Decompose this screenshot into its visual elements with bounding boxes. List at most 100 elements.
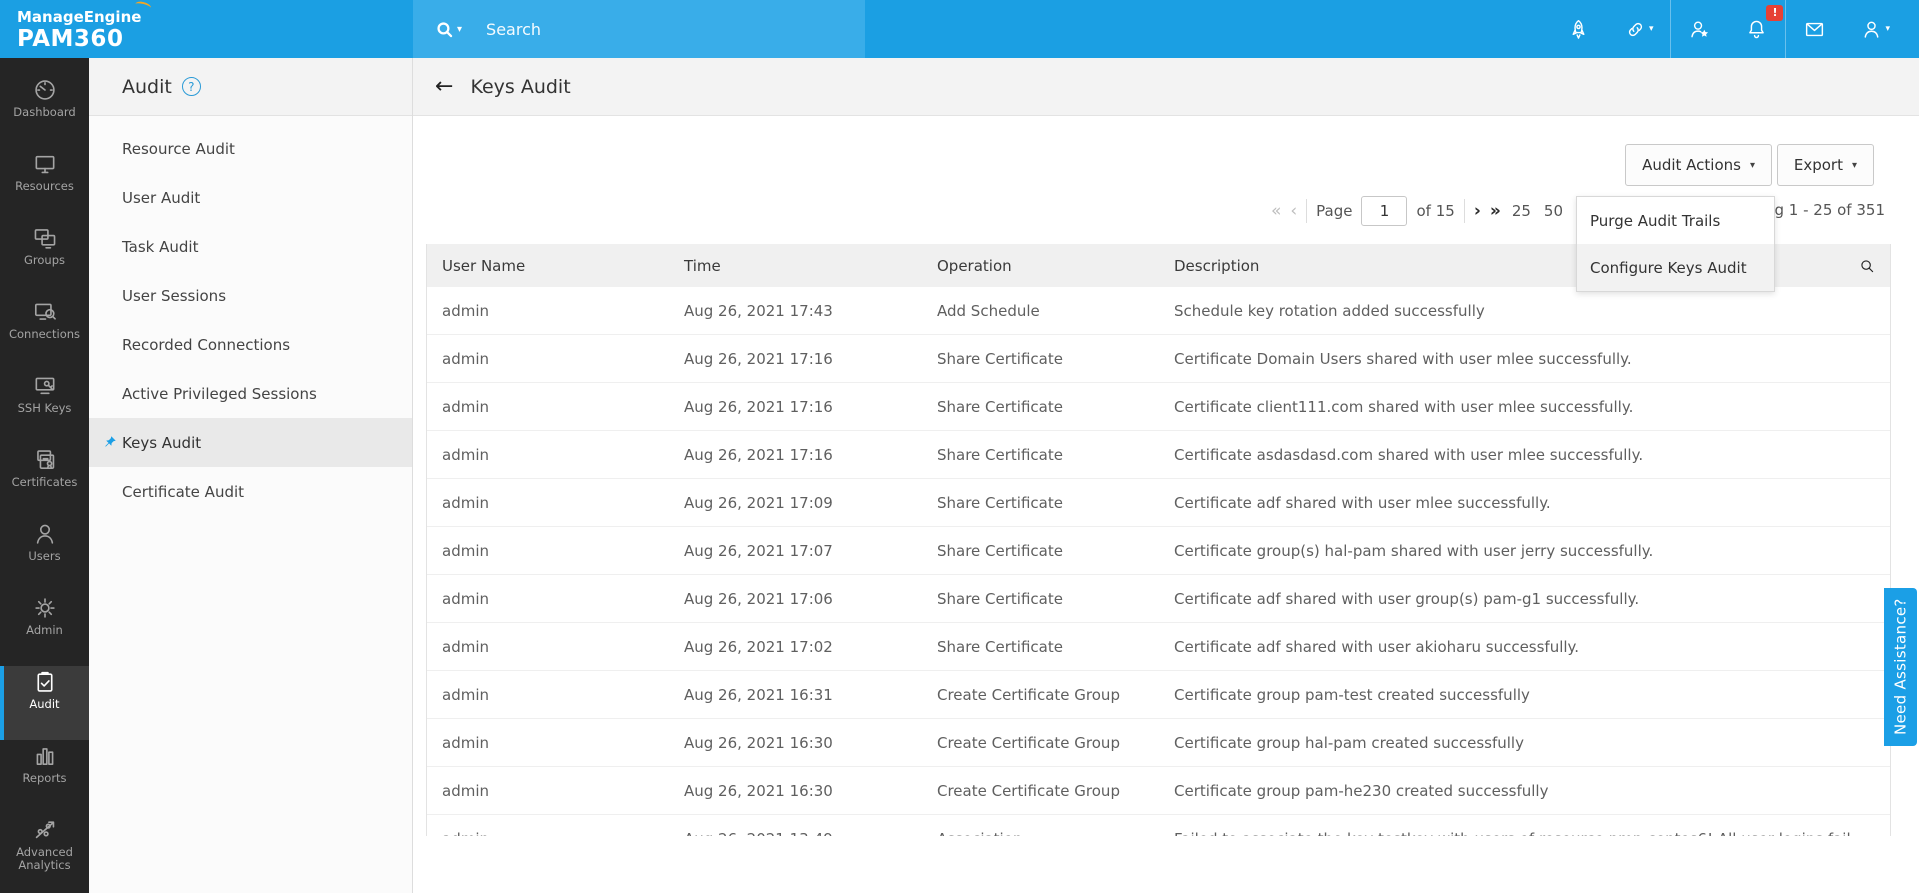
cell-time: Aug 26, 2021 17:09 [669,494,922,512]
caret-down-icon: ▾ [1852,160,1857,171]
gear-icon [32,595,58,621]
users-sidebar-item[interactable]: Users [0,518,89,592]
table-row: admin Aug 26, 2021 17:02 Share Certifica… [427,623,1890,671]
cell-description: Failed to associate the key testkey with… [1159,830,1890,837]
audit-actions-button[interactable]: Audit Actions ▾ [1625,144,1772,186]
user-sessions-menu-item[interactable]: User Sessions [89,271,412,320]
global-search-input[interactable]: ▾ Search [413,0,865,58]
pam360-app: ManageEngine PAM360 ▾ Search ▾ [0,0,1919,893]
admin-sidebar-item[interactable]: Admin [0,592,89,666]
resource-audit-menu-item[interactable]: Resource Audit [89,124,412,173]
bell-button[interactable]: ! [1728,0,1785,58]
table-row: admin Aug 26, 2021 17:09 Share Certifica… [427,479,1890,527]
cell-time: Aug 26, 2021 16:31 [669,686,922,704]
purge-audit-trails-menu-item[interactable]: Purge Audit Trails [1577,197,1774,244]
cell-user-name: admin [427,446,669,464]
cell-description: Certificate group hal-pam created succes… [1159,734,1890,752]
caret-down-icon: ▾ [1885,24,1890,34]
link-button[interactable]: ▾ [1607,0,1671,58]
table-body: admin Aug 26, 2021 17:43 Add Schedule Sc… [427,287,1890,836]
rocket-button[interactable] [1550,0,1607,58]
certificate-audit-menu-item[interactable]: Certificate Audit [89,467,412,516]
export-button[interactable]: Export ▾ [1777,144,1874,186]
cell-user-name: admin [427,590,669,608]
cell-user-name: admin [427,350,669,368]
audit-menu-list: Resource Audit User Audit Task Audit Use… [89,116,412,516]
table-row: admin Aug 26, 2021 17:16 Share Certifica… [427,431,1890,479]
page-label: Page [1316,202,1352,220]
need-assistance-tab[interactable]: Need Assistance? [1884,588,1917,746]
last-page-button[interactable]: » [1490,203,1501,220]
search-placeholder: Search [486,20,541,39]
sidebar-item-label: Advanced Analytics [0,846,89,872]
pin-icon [101,434,118,451]
sidebar-item-label: Users [26,550,62,563]
dashboard-sidebar-item[interactable]: Dashboard [0,74,89,148]
certificates-sidebar-item[interactable]: Certificates [0,444,89,518]
cell-description: Certificate group pam-he230 created succ… [1159,782,1890,800]
cell-time: Aug 26, 2021 13:49 [669,830,922,837]
user-button[interactable]: ▾ [1843,0,1907,58]
cell-time: Aug 26, 2021 17:07 [669,542,922,560]
user-audit-menu-item[interactable]: User Audit [89,173,412,222]
menu-item-label: User Audit [122,189,200,207]
cell-operation: Create Certificate Group [922,734,1159,752]
monitors-icon [32,225,58,251]
column-header: Operation [922,257,1159,275]
task-audit-menu-item[interactable]: Task Audit [89,222,412,271]
cell-operation: Share Certificate [922,638,1159,656]
menu-item-label: Task Audit [122,238,198,256]
back-arrow-icon[interactable]: ← [435,76,453,98]
recorded-connections-menu-item[interactable]: Recorded Connections [89,320,412,369]
envelope-icon [1803,18,1826,41]
configure-keys-audit-menu-item[interactable]: Configure Keys Audit [1577,244,1774,291]
cell-time: Aug 26, 2021 16:30 [669,782,922,800]
page-number-input[interactable] [1361,196,1407,226]
menu-item-label: Certificate Audit [122,483,244,501]
sidebar-item-label: Audit [27,698,61,711]
link-icon [1624,18,1647,41]
prev-page-button[interactable]: ‹ [1290,203,1297,220]
cell-user-name: admin [427,542,669,560]
page-title: Keys Audit [470,76,570,98]
page-size-option[interactable]: 25 [1510,202,1533,220]
keys-audit-menu-item[interactable]: Keys Audit [89,418,412,467]
column-header: Time [669,257,922,275]
cell-time: Aug 26, 2021 17:16 [669,350,922,368]
divider [1464,199,1465,223]
cell-description: Schedule key rotation added successfully [1159,302,1890,320]
users-icon [32,521,58,547]
cell-description: Certificate Domain Users shared with use… [1159,350,1890,368]
envelope-button[interactable] [1785,0,1843,58]
active-privileged-sessions-menu-item[interactable]: Active Privileged Sessions [89,369,412,418]
caret-down-icon: ▾ [457,24,462,35]
rocket-icon [1567,18,1590,41]
help-icon[interactable]: ? [182,77,201,96]
monitor-icon [32,151,58,177]
page-size-option[interactable]: 50 [1542,202,1565,220]
table-row: admin Aug 26, 2021 17:16 Share Certifica… [427,335,1890,383]
divider [1306,199,1307,223]
advanced-analytics-sidebar-item[interactable]: Advanced Analytics [0,814,89,888]
audit-actions-label: Audit Actions [1642,156,1741,174]
table-search-icon[interactable] [1858,257,1876,275]
ssh-keys-sidebar-item[interactable]: SSH Keys [0,370,89,444]
next-page-button[interactable]: › [1474,203,1481,220]
table-row: admin Aug 26, 2021 16:30 Create Certific… [427,719,1890,767]
groups-sidebar-item[interactable]: Groups [0,222,89,296]
user-star-button[interactable] [1670,0,1728,58]
first-page-button[interactable]: « [1271,203,1281,220]
menu-item-label: Configure Keys Audit [1590,259,1747,277]
pagination: « ‹ Page of 15 › » 2550 [1271,191,1565,231]
audit-sidebar-item[interactable]: Audit [0,666,89,740]
table-row: admin Aug 26, 2021 16:31 Create Certific… [427,671,1890,719]
table-row: admin Aug 26, 2021 17:06 Share Certifica… [427,575,1890,623]
column-header: User Name [427,257,669,275]
resources-sidebar-item[interactable]: Resources [0,148,89,222]
connections-sidebar-item[interactable]: Connections [0,296,89,370]
cell-operation: Share Certificate [922,446,1159,464]
clipboard-check-icon [32,669,58,695]
cell-user-name: admin [427,398,669,416]
reports-sidebar-item[interactable]: Reports [0,740,89,814]
brand-logo: ManageEngine PAM360 [17,7,141,52]
